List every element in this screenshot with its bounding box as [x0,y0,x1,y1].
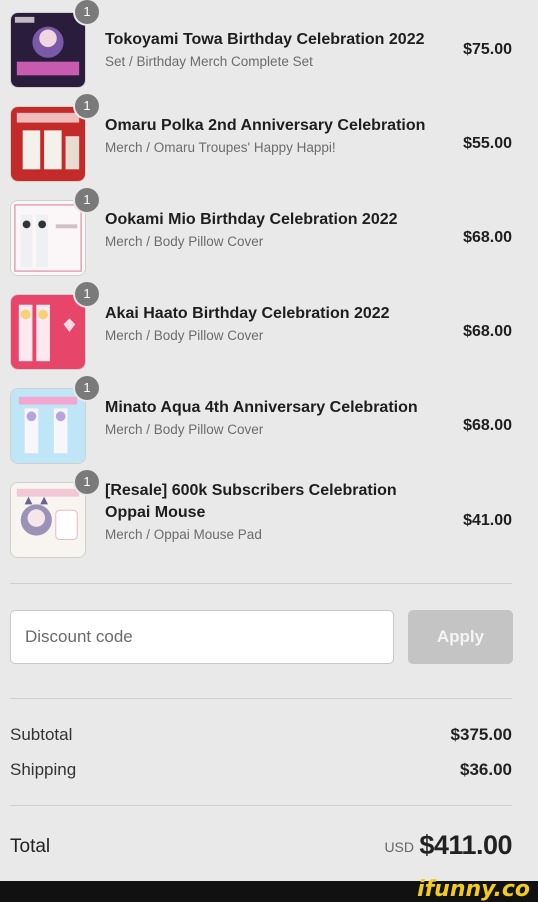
watermark-logo: ifunny.co [417,877,530,902]
shipping-value: $36.00 [460,760,512,779]
discount-code-input[interactable] [10,610,394,664]
total-label: Total [10,836,51,857]
item-subtitle: Merch / Body Pillow Cover [105,422,264,437]
subtotal-label: Subtotal [10,725,73,744]
product-thumbnail [10,106,86,182]
product-thumbnail [10,482,86,558]
item-title: Tokoyami Towa Birthday Celebration 2022 [105,31,425,48]
item-subtitle: Merch / Body Pillow Cover [105,328,264,343]
item-subtitle: Merch / Oppai Mouse Pad [105,527,262,542]
product-thumbnail [10,200,86,276]
shipping-label: Shipping [10,760,77,779]
cart-item: 1 Ookami Mio Birthday Celebration 2022 M… [0,188,538,278]
divider [10,805,512,806]
product-thumbnail [10,12,86,88]
quantity-badge: 1 [75,0,99,24]
subtotal-value: $375.00 [450,725,512,744]
item-title: Minato Aqua 4th Anniversary Celebration [105,399,418,416]
item-title: Ookami Mio Birthday Celebration 2022 [105,211,398,228]
currency-code: USD [384,839,414,855]
apply-discount-button[interactable]: Apply [408,610,513,664]
total-value: $411.00 [419,830,512,860]
item-price: $41.00 [463,512,512,529]
item-price: $55.00 [463,135,512,152]
cart-item: 1 [Resale] 600k Subscribers Celebration … [0,470,538,560]
quantity-badge: 1 [75,470,99,494]
item-price: $75.00 [463,41,512,58]
item-subtitle: Merch / Body Pillow Cover [105,234,264,249]
quantity-badge: 1 [75,94,99,118]
cart-item: 1 Minato Aqua 4th Anniversary Celebratio… [0,376,538,466]
item-price: $68.00 [463,417,512,434]
quantity-badge: 1 [75,376,99,400]
item-title: Omaru Polka 2nd Anniversary Celebration [105,117,426,134]
item-title: Akai Haato Birthday Celebration 2022 [105,305,390,322]
divider [10,583,512,584]
cart-item: 1 Tokoyami Towa Birthday Celebration 202… [0,0,538,90]
watermark-bar: ifunny.co [0,877,538,902]
divider [10,698,512,699]
item-title: [Resale] 600k Subscribers Celebration Op… [105,482,397,521]
item-subtitle: Set / Birthday Merch Complete Set [105,54,313,69]
quantity-badge: 1 [75,188,99,212]
quantity-badge: 1 [75,282,99,306]
product-thumbnail [10,294,86,370]
cart-item: 1 Omaru Polka 2nd Anniversary Celebratio… [0,94,538,184]
item-price: $68.00 [463,323,512,340]
product-thumbnail [10,388,86,464]
item-subtitle: Merch / Omaru Troupes' Happy Happi! [105,140,336,155]
item-price: $68.00 [463,229,512,246]
cart-item: 1 Akai Haato Birthday Celebration 2022 M… [0,282,538,372]
